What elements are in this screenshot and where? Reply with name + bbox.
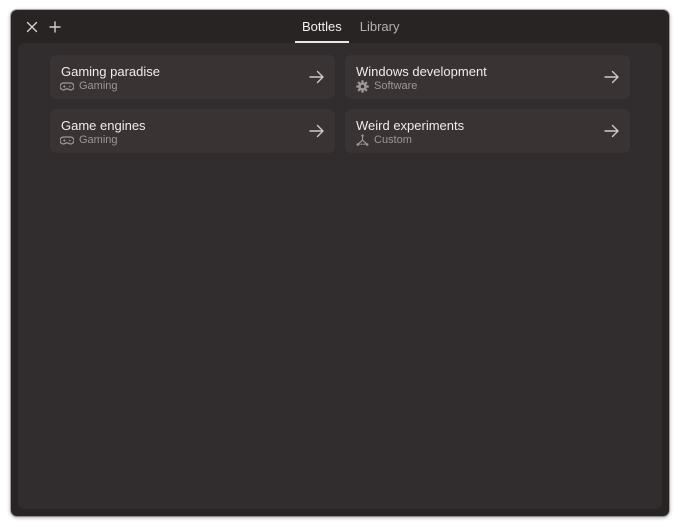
bottle-card-windows-development[interactable]: Windows development Software — [345, 55, 630, 99]
bottle-category: Gaming — [79, 134, 118, 146]
gear-icon — [354, 80, 370, 93]
bottle-card-weird-experiments[interactable]: Weird experiments Custom — [345, 109, 630, 153]
bottle-title: Windows development — [356, 64, 487, 79]
gamepad-icon — [59, 134, 75, 147]
flask-icon — [354, 134, 370, 147]
app-window: Bottles Library Gaming paradise Gaming W… — [11, 10, 669, 516]
bottle-card-game-engines[interactable]: Game engines Gaming — [50, 109, 335, 153]
tab-library[interactable]: Library — [353, 10, 407, 43]
bottle-category: Software — [374, 80, 418, 92]
bottle-category: Custom — [374, 134, 412, 146]
bottles-list-area: Gaming paradise Gaming Windows developme… — [18, 43, 662, 509]
plus-icon — [49, 21, 61, 33]
header-bar: Bottles Library — [11, 10, 669, 43]
close-button[interactable] — [21, 16, 43, 38]
bottle-title: Game engines — [61, 118, 146, 133]
arrow-right-icon — [309, 70, 324, 84]
tab-library-label: Library — [359, 19, 400, 34]
bottle-title: Gaming paradise — [61, 64, 160, 79]
arrow-right-icon — [309, 124, 324, 138]
tab-bottles[interactable]: Bottles — [295, 10, 349, 43]
bottle-category: Gaming — [79, 80, 118, 92]
gamepad-icon — [59, 80, 75, 93]
tab-bottles-label: Bottles — [302, 19, 342, 34]
bottle-title: Weird experiments — [356, 118, 465, 133]
arrow-right-icon — [604, 124, 619, 138]
close-icon — [26, 21, 38, 33]
add-bottle-button[interactable] — [44, 16, 66, 38]
view-switcher: Bottles Library — [295, 10, 407, 43]
bottle-card-gaming-paradise[interactable]: Gaming paradise Gaming — [50, 55, 335, 99]
arrow-right-icon — [604, 70, 619, 84]
